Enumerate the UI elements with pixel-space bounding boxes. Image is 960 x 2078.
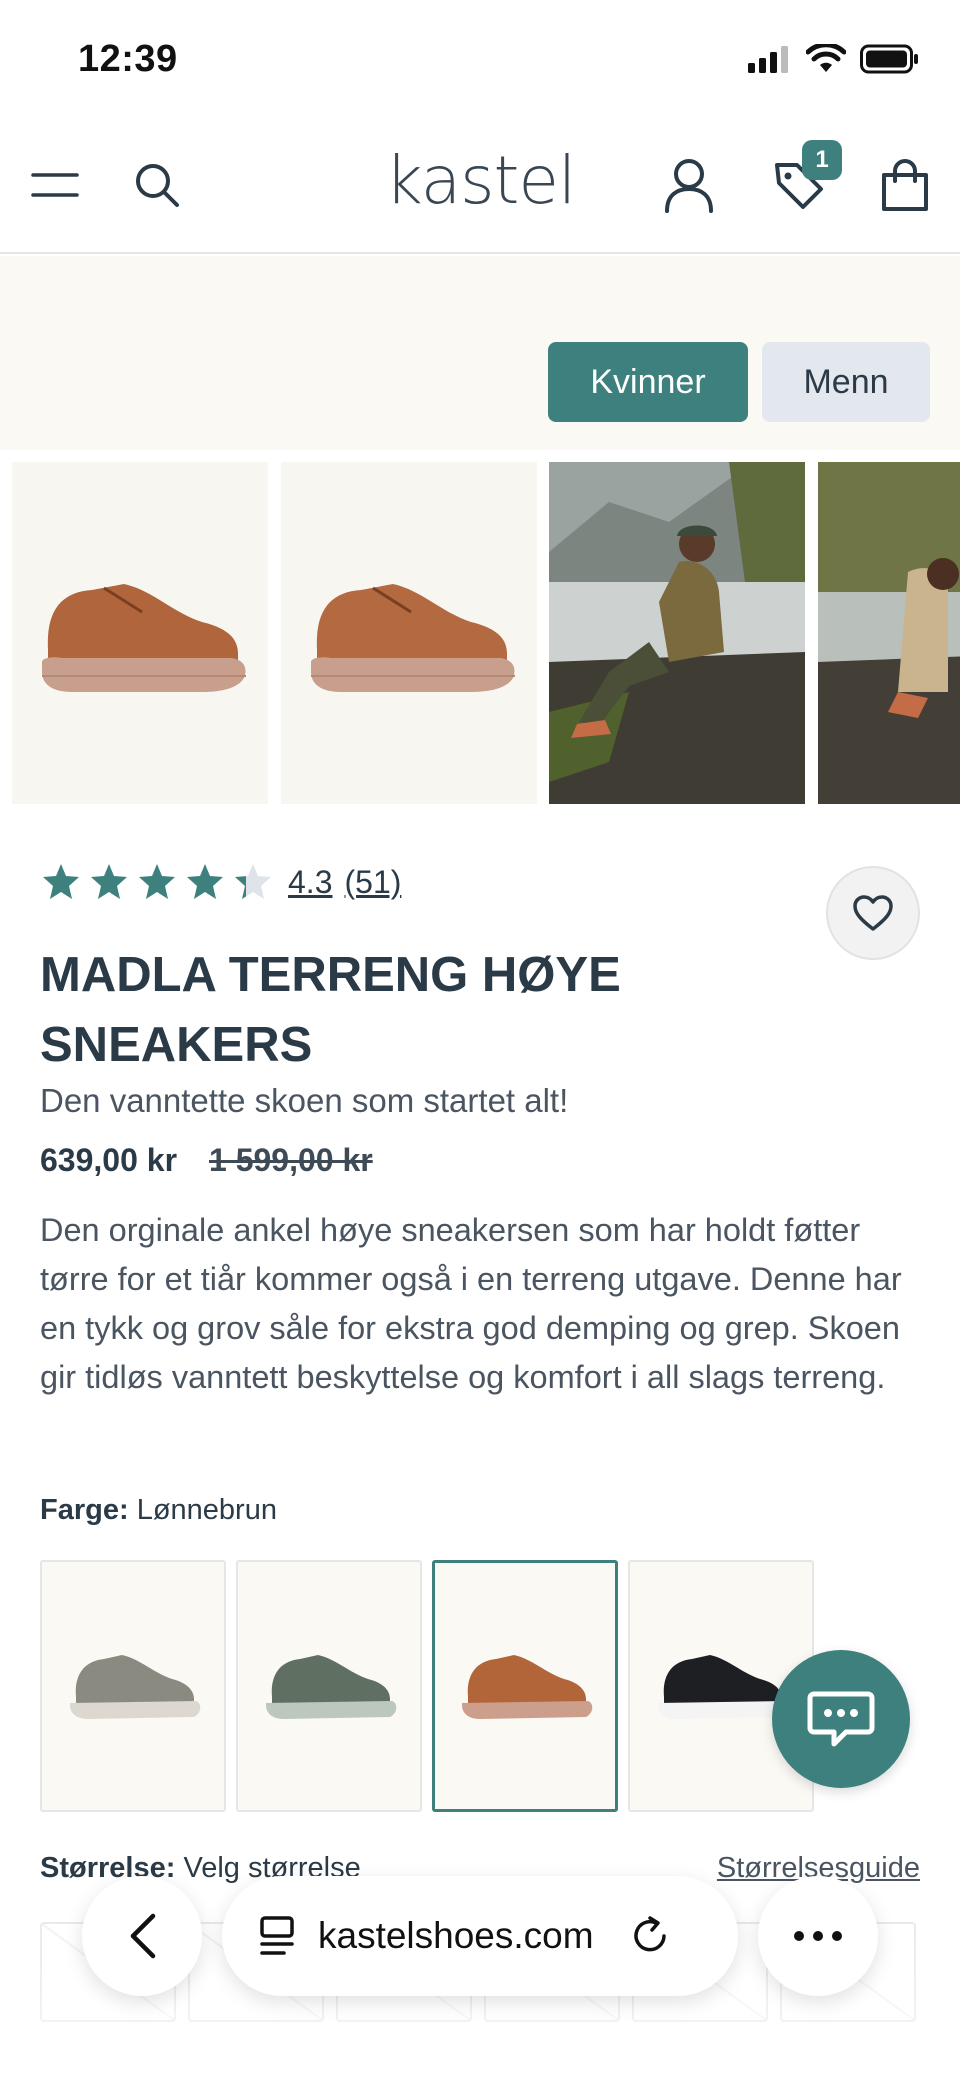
- lifestyle-photo: [818, 462, 960, 804]
- star-icon: [187, 864, 223, 899]
- heart-icon: [853, 895, 893, 931]
- wishlist-badge: 1: [802, 140, 842, 180]
- more-dots-icon: [794, 1931, 842, 1941]
- product-subtitle: Den vanntette skoen som startet alt!: [40, 1082, 569, 1119]
- chat-bubble-icon: [807, 1691, 875, 1747]
- chat-button[interactable]: [772, 1650, 910, 1788]
- color-value: Lønnebrun: [136, 1494, 277, 1526]
- price-block: 639,00 kr 1 599,00 kr: [40, 1142, 373, 1179]
- men-button[interactable]: Menn: [762, 342, 930, 422]
- star-icon: [235, 864, 271, 899]
- lifestyle-photo: [549, 462, 805, 804]
- color-swatch-brown[interactable]: [432, 1560, 618, 1812]
- status-icons: [748, 44, 920, 74]
- wifi-icon: [806, 44, 846, 72]
- product-description: Den orginale ankel høye sneakersen som h…: [40, 1212, 902, 1395]
- star-icon: [91, 864, 127, 899]
- favorite-heart-button[interactable]: [826, 866, 920, 960]
- browser-back-button[interactable]: [82, 1876, 202, 1996]
- battery-icon: [860, 44, 918, 74]
- wishlist-tag-icon[interactable]: 1: [764, 140, 842, 220]
- page-menu-icon[interactable]: [256, 1914, 300, 1958]
- gallery-image-1[interactable]: [12, 462, 268, 804]
- women-button[interactable]: Kvinner: [548, 342, 748, 422]
- shoe-thumbnail: [462, 1655, 593, 1719]
- gallery-image-3[interactable]: [549, 462, 805, 804]
- gallery-image-2[interactable]: [281, 462, 537, 804]
- browser-address-bar[interactable]: kastelshoes.com: [222, 1876, 738, 1996]
- url-text[interactable]: kastelshoes.com: [318, 1915, 594, 1957]
- rating-value[interactable]: 4.3: [288, 864, 332, 901]
- chevron-left-icon: [130, 1913, 156, 1959]
- shoe-thumbnail: [266, 1655, 397, 1719]
- color-label: Farge:: [40, 1494, 129, 1526]
- product-rating[interactable]: 4.3 (51): [40, 862, 401, 902]
- sale-price: 639,00 kr: [40, 1142, 178, 1178]
- product-gallery[interactable]: [0, 450, 960, 820]
- cart-bag-icon[interactable]: [870, 150, 940, 220]
- account-icon[interactable]: [654, 150, 724, 220]
- status-bar: 12:39: [0, 0, 960, 120]
- signal-icon: [748, 46, 788, 73]
- color-swatch-green[interactable]: [236, 1560, 422, 1812]
- original-price: 1 599,00 kr: [209, 1142, 373, 1178]
- product-title: MADLA TERRENG HØYE SNEAKERS: [40, 948, 621, 1072]
- color-swatch-grey[interactable]: [40, 1560, 226, 1812]
- logo-text[interactable]: kastel: [385, 142, 577, 219]
- star-icon: [43, 864, 79, 899]
- review-count[interactable]: (51): [344, 864, 401, 901]
- gender-toggle-bar: Kvinner Menn: [0, 256, 960, 450]
- browser-more-button[interactable]: [758, 1876, 878, 1996]
- rating-stars: [40, 862, 274, 902]
- shoe-image: [42, 584, 246, 692]
- star-icon: [139, 864, 175, 899]
- gallery-image-4[interactable]: [818, 462, 960, 804]
- reload-icon[interactable]: [628, 1914, 672, 1958]
- site-header: kastel 1: [0, 120, 960, 254]
- shoe-thumbnail: [70, 1655, 201, 1719]
- shoe-image: [311, 584, 515, 692]
- color-selection-label: Farge: Lønnebrun: [40, 1494, 277, 1527]
- status-time: 12:39: [78, 38, 178, 80]
